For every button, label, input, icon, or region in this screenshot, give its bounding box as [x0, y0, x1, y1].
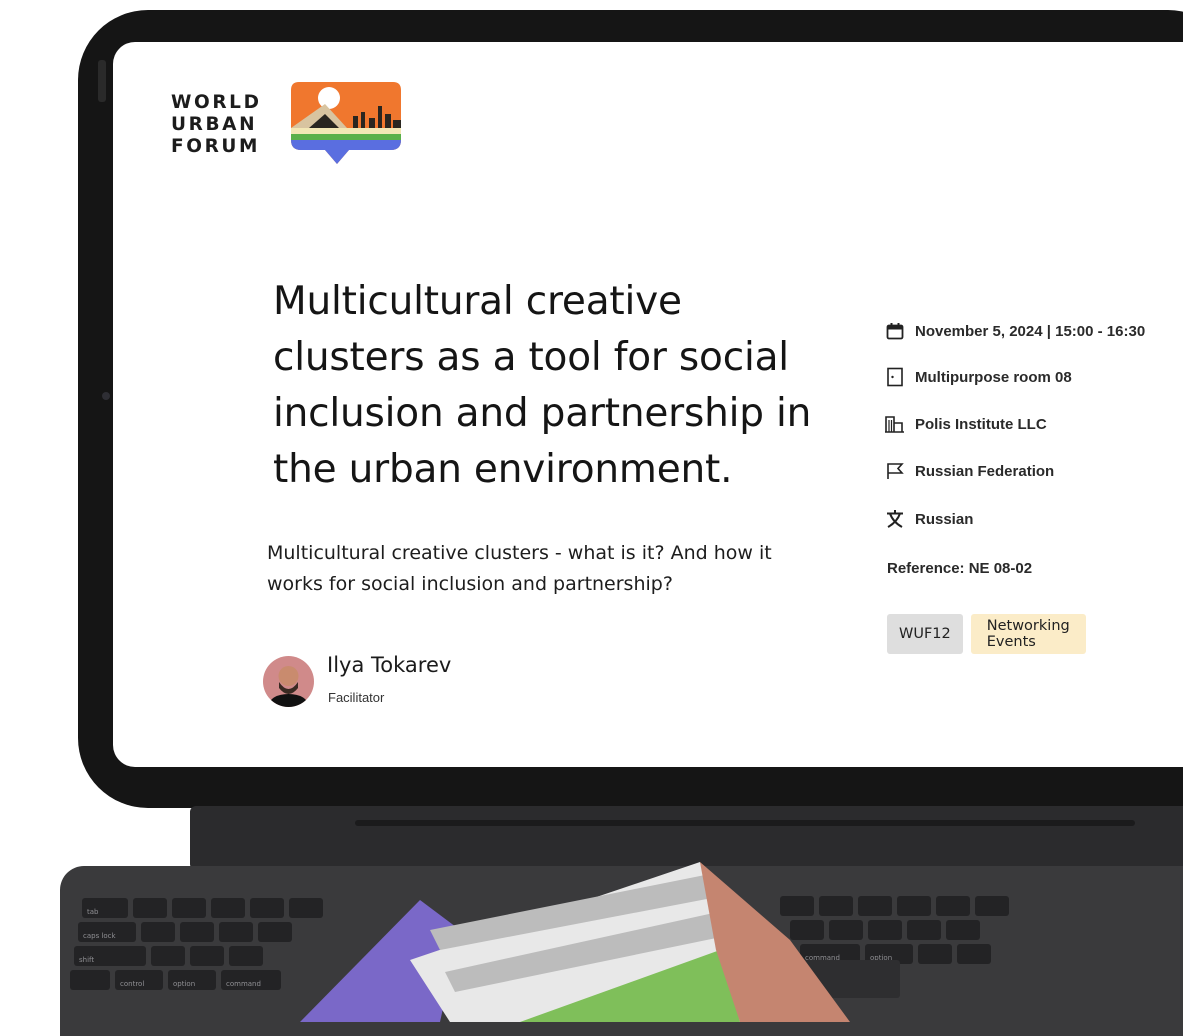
cover-decoration [300, 862, 850, 1022]
